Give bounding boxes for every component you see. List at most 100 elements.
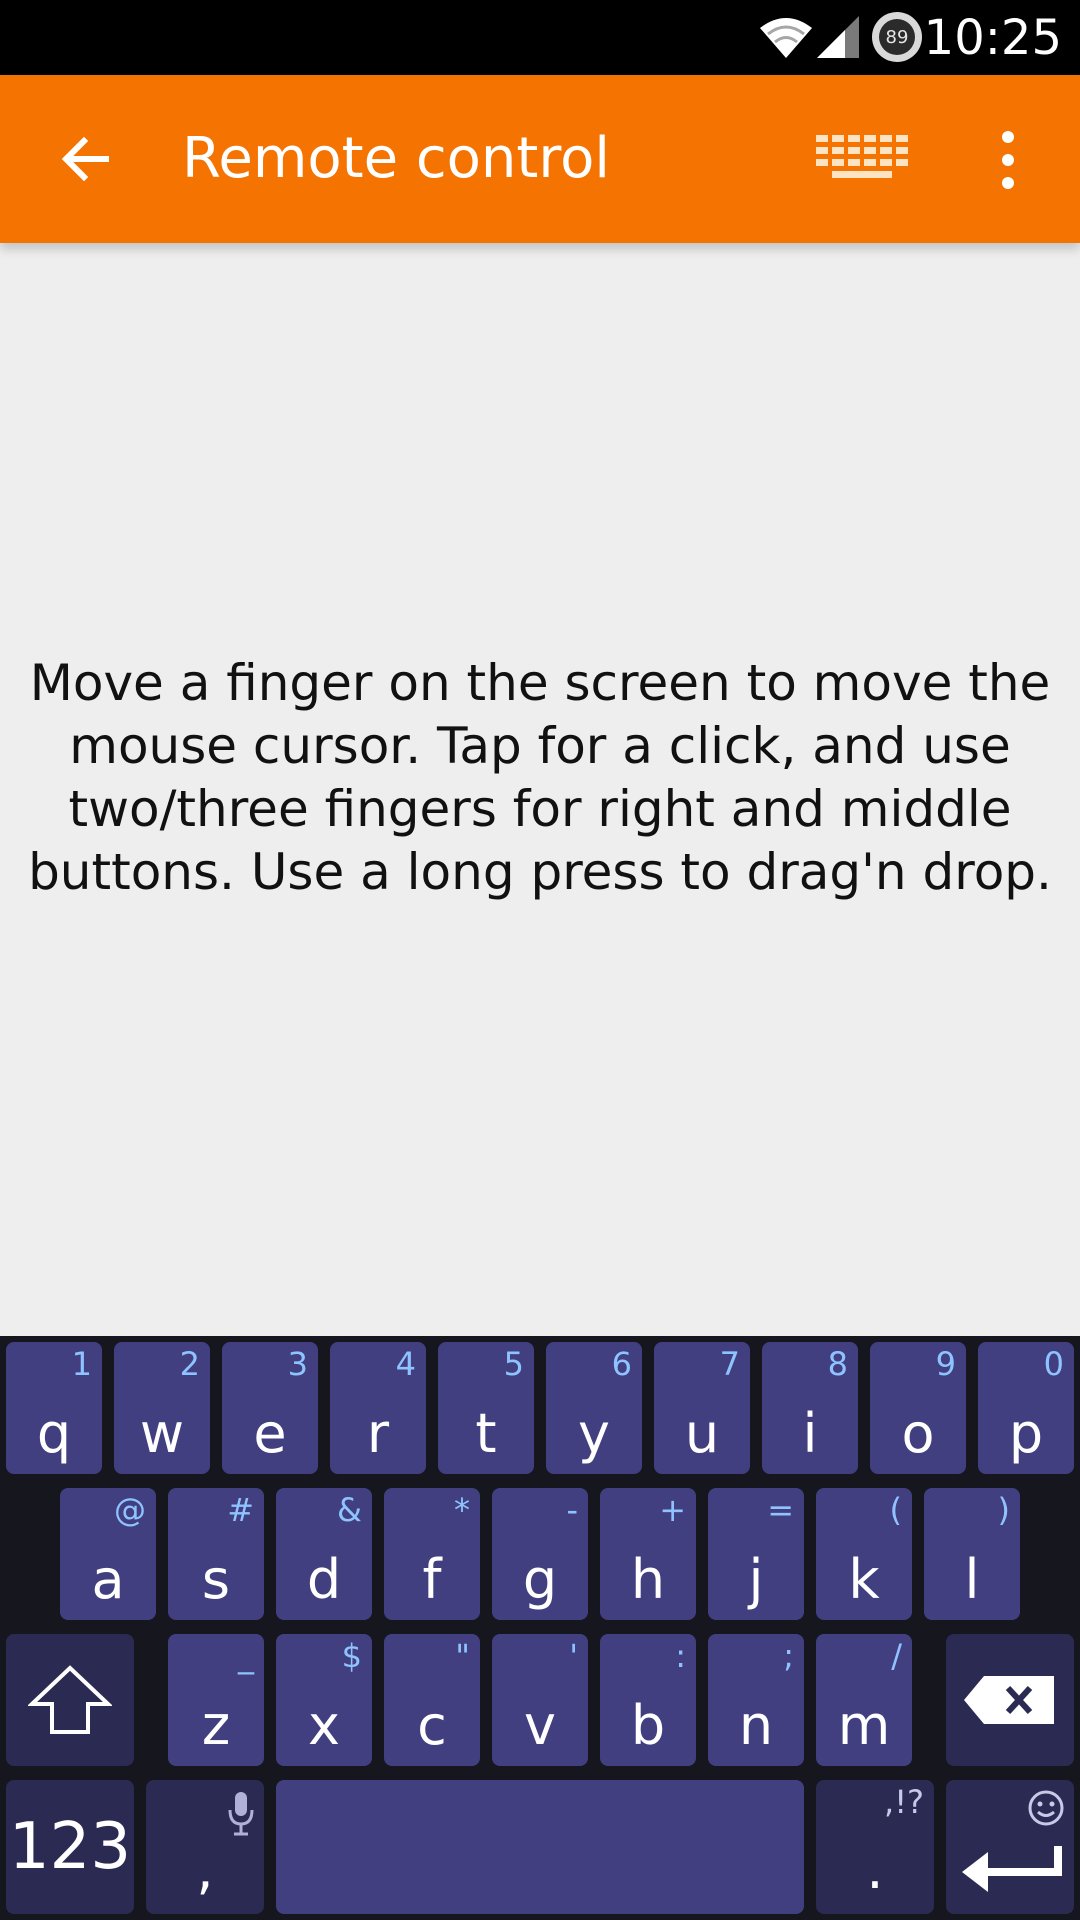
space-key[interactable] (276, 1780, 804, 1914)
touchpad-area[interactable]: Move a finger on the screen to move the … (0, 243, 1080, 1336)
key-label: j (748, 1548, 764, 1611)
key-hint: ' (569, 1637, 578, 1675)
key-i[interactable]: 8 i (762, 1342, 858, 1474)
key-k[interactable]: ( k (816, 1488, 912, 1620)
key-o[interactable]: 9 o (870, 1342, 966, 1474)
key-hint: 7 (719, 1345, 740, 1383)
mic-icon (228, 1792, 254, 1836)
signal-icon (817, 16, 859, 58)
enter-icon (962, 1846, 1062, 1892)
key-label: q (36, 1402, 72, 1465)
key-hint: + (659, 1491, 686, 1529)
key-hint: ( (889, 1491, 902, 1529)
enter-key[interactable] (946, 1780, 1074, 1914)
key-hint: ) (997, 1491, 1010, 1529)
key-u[interactable]: 7 u (654, 1342, 750, 1474)
key-label: m (837, 1694, 891, 1757)
battery-icon: 89 (872, 12, 922, 62)
key-label: y (578, 1402, 610, 1465)
keyboard-icon[interactable] (812, 129, 912, 189)
key-m[interactable]: / m (816, 1634, 912, 1766)
numbers-key[interactable]: 123 (6, 1780, 134, 1914)
key-label: b (630, 1694, 666, 1757)
key-a[interactable]: @ a (60, 1488, 156, 1620)
key-hint: 2 (179, 1345, 200, 1383)
period-hint: ,!? (884, 1783, 924, 1821)
key-label: a (91, 1548, 125, 1611)
key-hint: 3 (287, 1345, 308, 1383)
key-v[interactable]: ' v (492, 1634, 588, 1766)
key-label: p (1008, 1402, 1044, 1465)
key-n[interactable]: ; n (708, 1634, 804, 1766)
key-d[interactable]: & d (276, 1488, 372, 1620)
key-y[interactable]: 6 y (546, 1342, 642, 1474)
back-arrow-icon[interactable] (56, 129, 116, 189)
key-hint: 9 (935, 1345, 956, 1383)
key-label: f (422, 1548, 442, 1611)
key-t[interactable]: 5 t (438, 1342, 534, 1474)
soft-keyboard: 1 q 2 w 3 e 4 r 5 t 6 y 7 u 8 i 9 o 0 p … (0, 1336, 1080, 1920)
clock: 10:25 (923, 10, 1062, 66)
comma-key[interactable]: , (146, 1780, 264, 1914)
key-hint: 0 (1043, 1345, 1064, 1383)
status-bar: 89 10:25 (0, 0, 1080, 75)
period-key[interactable]: ,!? . (816, 1780, 934, 1914)
key-j[interactable]: = j (708, 1488, 804, 1620)
shift-icon (28, 1665, 112, 1734)
key-h[interactable]: + h (600, 1488, 696, 1620)
key-g[interactable]: - g (492, 1488, 588, 1620)
key-label: t (475, 1402, 497, 1465)
key-label: g (522, 1548, 558, 1611)
key-label: r (366, 1402, 390, 1465)
key-hint: ; (783, 1637, 794, 1675)
more-vert-icon[interactable] (990, 125, 1026, 195)
key-label: s (201, 1548, 231, 1611)
wifi-icon (760, 18, 812, 58)
key-c[interactable]: " c (384, 1634, 480, 1766)
key-hint: 8 (827, 1345, 848, 1383)
key-q[interactable]: 1 q (6, 1342, 102, 1474)
key-b[interactable]: : b (600, 1634, 696, 1766)
key-x[interactable]: $ x (276, 1634, 372, 1766)
key-hint: & (337, 1491, 362, 1529)
key-label: i (802, 1402, 818, 1465)
key-label: v (524, 1694, 556, 1757)
key-label: e (253, 1402, 287, 1465)
key-hint: * (454, 1491, 470, 1529)
backspace-key[interactable] (946, 1634, 1074, 1766)
key-f[interactable]: * f (384, 1488, 480, 1620)
key-hint: = (767, 1491, 794, 1529)
page-title: Remote control (182, 126, 610, 191)
key-label: z (201, 1694, 231, 1757)
key-label: n (738, 1694, 774, 1757)
backspace-icon (964, 1676, 1054, 1724)
key-label: d (306, 1548, 342, 1611)
period-label: . (866, 1838, 884, 1901)
smiley-icon (1028, 1790, 1064, 1826)
key-label: w (139, 1402, 185, 1465)
key-r[interactable]: 4 r (330, 1342, 426, 1474)
key-z[interactable]: _ z (168, 1634, 264, 1766)
numbers-key-label: 123 (8, 1810, 132, 1884)
key-w[interactable]: 2 w (114, 1342, 210, 1474)
shift-key[interactable] (6, 1634, 134, 1766)
key-hint: - (566, 1491, 578, 1529)
key-l[interactable]: ) l (924, 1488, 1020, 1620)
key-hint: _ (238, 1637, 254, 1675)
key-label: u (684, 1402, 720, 1465)
key-p[interactable]: 0 p (978, 1342, 1074, 1474)
key-label: h (630, 1548, 666, 1611)
key-hint: 4 (395, 1345, 416, 1383)
key-hint: $ (341, 1637, 362, 1675)
key-e[interactable]: 3 e (222, 1342, 318, 1474)
key-label: k (848, 1548, 880, 1611)
key-s[interactable]: # s (168, 1488, 264, 1620)
key-hint: : (675, 1637, 686, 1675)
key-label: o (901, 1402, 935, 1465)
key-hint: 1 (71, 1345, 92, 1383)
battery-level: 89 (879, 19, 915, 55)
comma-label: , (196, 1838, 214, 1901)
key-hint: 6 (611, 1345, 632, 1383)
key-label: c (417, 1694, 447, 1757)
key-hint: 5 (503, 1345, 524, 1383)
